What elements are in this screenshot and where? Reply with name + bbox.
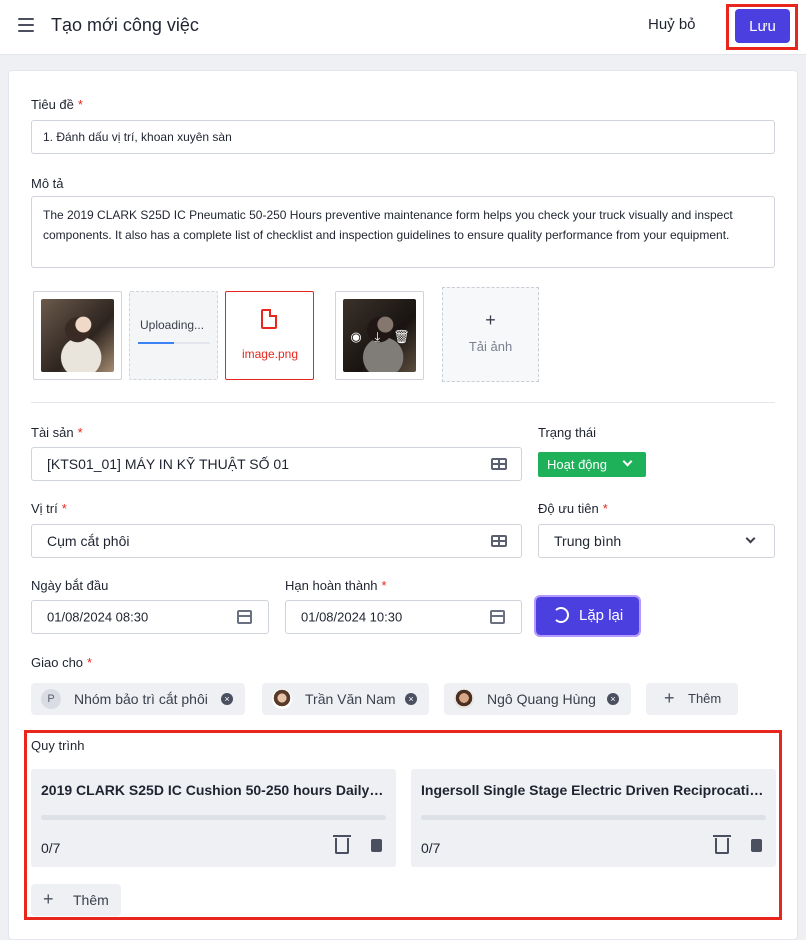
title-input[interactable]: 1. Đánh dấu vị trí, khoan xuyên sàn xyxy=(31,120,775,154)
location-input[interactable]: Cụm cắt phôi xyxy=(31,524,522,558)
calendar-icon[interactable] xyxy=(490,610,505,624)
workflow-label: Quy trình xyxy=(31,738,85,753)
trash-icon[interactable] xyxy=(333,835,351,854)
uploading-text: Uploading... xyxy=(140,318,205,332)
asset-input[interactable]: [KTS01_01] MÁY IN KỸ THUẬT SỐ 01 xyxy=(31,447,522,481)
refresh-icon xyxy=(553,607,569,623)
save-button[interactable]: Lưu xyxy=(735,9,790,43)
status-label: Trạng thái xyxy=(538,425,597,440)
plus-icon: + xyxy=(43,889,54,909)
copy-icon[interactable] xyxy=(747,839,762,859)
attachment-image xyxy=(41,299,114,372)
assignee-chip[interactable]: Ngô Quang Hùng × xyxy=(444,683,631,715)
top-bar: Tạo mới công việc Huỷ bỏ Lưu xyxy=(0,0,806,55)
copy-icon[interactable] xyxy=(367,839,382,859)
attachment-thumbnail-hover[interactable]: ◉ ⤓ 🗑 xyxy=(335,291,424,380)
upload-image-label: Tải ảnh xyxy=(468,339,513,354)
remove-icon[interactable]: × xyxy=(607,693,619,705)
trash-icon[interactable] xyxy=(713,835,731,854)
workflow-card[interactable]: Ingersoll Single Stage Electric Driven R… xyxy=(411,769,776,867)
divider xyxy=(31,402,775,403)
workflow-count: 0/7 xyxy=(41,840,61,856)
workflow-progress-bar xyxy=(41,815,386,820)
cancel-button[interactable]: Huỷ bỏ xyxy=(648,16,696,33)
file-name: image.png xyxy=(241,347,299,361)
file-icon xyxy=(261,309,277,329)
description-label: Mô tả xyxy=(31,176,64,191)
plus-icon: + xyxy=(664,688,675,708)
plus-icon: + xyxy=(485,310,496,330)
avatar xyxy=(454,689,474,709)
attachment-error[interactable]: image.png xyxy=(225,291,314,380)
trash-icon[interactable]: 🗑 xyxy=(393,329,410,345)
upload-image-button[interactable]: + Tải ảnh xyxy=(442,287,539,382)
hamburger-menu-icon[interactable] xyxy=(18,18,34,32)
avatar: P xyxy=(41,689,61,709)
add-assignee-button[interactable]: + Thêm xyxy=(646,683,738,715)
start-date-input[interactable]: 01/08/2024 08:30 xyxy=(31,600,269,634)
status-dropdown[interactable]: Hoạt động xyxy=(538,452,646,477)
assign-label: Giao cho * xyxy=(31,655,93,670)
page-title: Tạo mới công việc xyxy=(51,15,199,35)
add-workflow-button[interactable]: + Thêm xyxy=(31,884,121,916)
chevron-down-icon xyxy=(622,456,633,467)
asset-label: Tài sản * xyxy=(31,425,83,440)
workflow-title: 2019 CLARK S25D IC Cushion 50-250 hours … xyxy=(41,782,386,798)
attachment-uploading: Uploading... xyxy=(129,291,218,380)
repeat-button[interactable]: Lặp lại xyxy=(534,595,641,637)
eye-icon[interactable]: ◉ xyxy=(350,329,361,345)
table-icon[interactable] xyxy=(491,535,507,547)
remove-icon[interactable]: × xyxy=(221,693,233,705)
description-textarea[interactable]: The 2019 CLARK S25D IC Pneumatic 50-250 … xyxy=(31,196,775,268)
location-label: Vị trí * xyxy=(31,501,67,516)
remove-icon[interactable]: × xyxy=(405,693,417,705)
assignee-chip[interactable]: Trần Văn Nam × xyxy=(262,683,429,715)
due-date-label: Hạn hoàn thành * xyxy=(285,578,387,593)
workflow-progress-bar xyxy=(421,815,766,820)
assignee-chip[interactable]: P Nhóm bảo trì cắt phôi × xyxy=(31,683,245,715)
workflow-title: Ingersoll Single Stage Electric Driven R… xyxy=(421,782,766,798)
priority-select[interactable]: Trung bình xyxy=(538,524,775,558)
calendar-icon[interactable] xyxy=(237,610,252,624)
due-date-input[interactable]: 01/08/2024 10:30 xyxy=(285,600,522,634)
workflow-card[interactable]: 2019 CLARK S25D IC Cushion 50-250 hours … xyxy=(31,769,396,867)
download-icon[interactable]: ⤓ xyxy=(375,329,381,345)
table-icon[interactable] xyxy=(491,458,507,470)
title-label: Tiêu đề * xyxy=(31,97,83,112)
attachment-thumbnail[interactable] xyxy=(33,291,122,380)
priority-label: Độ ưu tiên * xyxy=(538,501,608,516)
workflow-count: 0/7 xyxy=(421,840,441,856)
upload-progress-bar xyxy=(138,342,210,344)
avatar xyxy=(272,689,292,709)
chevron-down-icon xyxy=(745,533,756,544)
start-date-label: Ngày bắt đầu xyxy=(31,578,109,593)
